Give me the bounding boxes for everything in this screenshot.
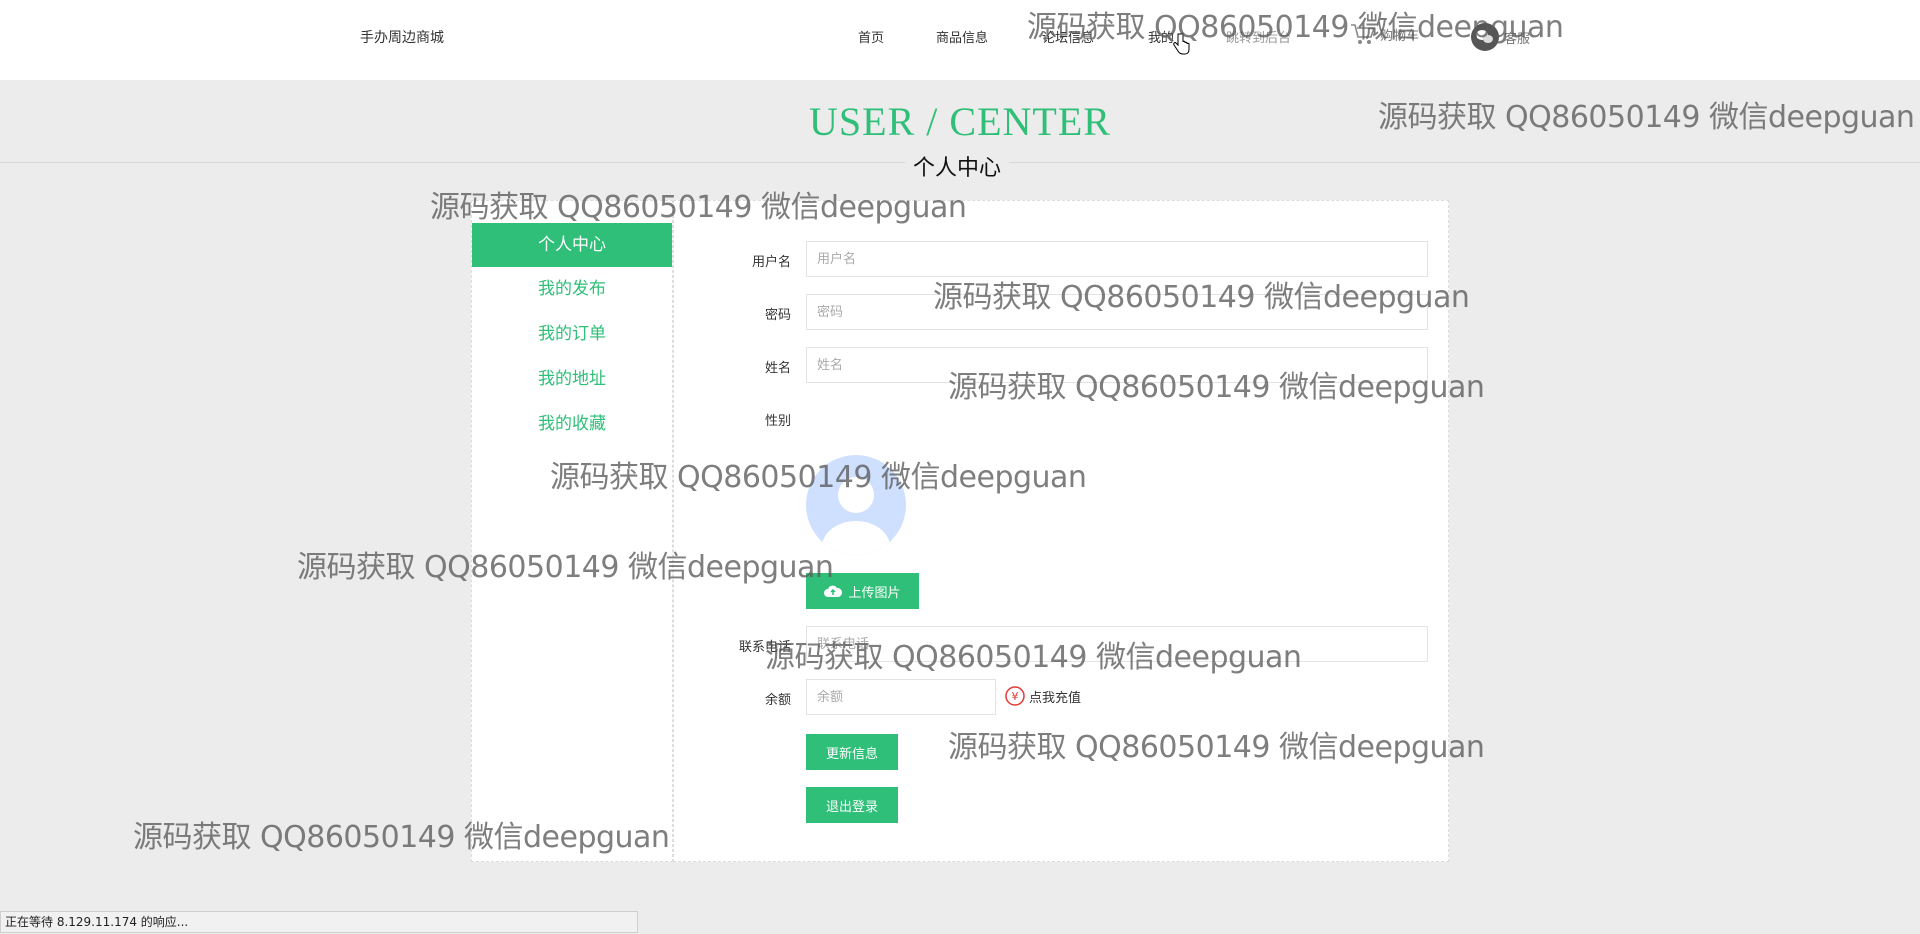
nav-item-admin[interactable]: 跳转到后台 bbox=[1226, 27, 1291, 46]
sidebar-item-my-posts[interactable]: 我的发布 bbox=[472, 267, 672, 311]
sidebar-item-user-center[interactable]: 个人中心 bbox=[472, 223, 672, 267]
nav-cart-label: 购物车 bbox=[1380, 28, 1420, 44]
balance-label: 余额 bbox=[764, 693, 791, 708]
username-label: 用户名 bbox=[751, 255, 791, 270]
recharge-label: 点我充值 bbox=[1029, 690, 1082, 706]
nav-item-home[interactable]: 首页 bbox=[858, 27, 884, 46]
hand-cursor-icon bbox=[1173, 32, 1190, 55]
phone-label: 联系电话 bbox=[738, 640, 791, 655]
yuan-icon: ¥ bbox=[1005, 686, 1025, 706]
sidebar-item-my-favorites[interactable]: 我的收藏 bbox=[472, 402, 672, 446]
update-info-button[interactable]: 更新信息 bbox=[806, 734, 898, 770]
nav-cart[interactable]: 购物车 bbox=[1350, 22, 1419, 46]
cart-icon bbox=[1351, 24, 1376, 44]
nav-service[interactable]: 客服 bbox=[1470, 22, 1530, 52]
gender-label: 性别 bbox=[764, 414, 791, 429]
name-input[interactable] bbox=[806, 347, 1428, 383]
nav-item-forum[interactable]: 论坛信息 bbox=[1042, 27, 1094, 46]
sidebar-item-my-orders[interactable]: 我的订单 bbox=[472, 312, 672, 356]
upload-image-label: 上传图片 bbox=[848, 585, 901, 601]
nav-item-mine[interactable]: 我的 bbox=[1148, 27, 1174, 46]
username-input[interactable] bbox=[806, 241, 1428, 277]
nav-item-products[interactable]: 商品信息 bbox=[936, 27, 988, 46]
page-title: USER / CENTER bbox=[809, 99, 1111, 144]
svg-text:¥: ¥ bbox=[1012, 690, 1019, 703]
cloud-upload-icon bbox=[824, 585, 843, 597]
sidebar-item-my-address[interactable]: 我的地址 bbox=[472, 357, 672, 401]
upload-image-button[interactable]: 上传图片 bbox=[806, 573, 919, 609]
balance-input[interactable] bbox=[806, 679, 996, 715]
nav-service-label: 客服 bbox=[1504, 31, 1531, 47]
page-subtitle: 个人中心 bbox=[905, 150, 1010, 182]
user-sidebar: 个人中心 我的发布 我的订单 我的地址 我的收藏 bbox=[471, 200, 673, 862]
site-brand[interactable]: 手办周边商城 bbox=[360, 27, 444, 47]
avatar[interactable] bbox=[806, 455, 906, 555]
recharge-link[interactable]: ¥ 点我充值 bbox=[1005, 686, 1081, 706]
password-label: 密码 bbox=[764, 308, 791, 323]
logout-button[interactable]: 退出登录 bbox=[806, 787, 898, 823]
password-input[interactable] bbox=[806, 294, 1428, 330]
name-label: 姓名 bbox=[764, 361, 791, 376]
phone-input[interactable] bbox=[806, 626, 1428, 662]
browser-status-bar: 正在等待 8.129.11.174 的响应... bbox=[0, 911, 638, 933]
wechat-service-icon bbox=[1471, 23, 1499, 51]
top-navbar: 手办周边商城 首页 商品信息 论坛信息 我的 跳转到后台 购物车 客服 bbox=[0, 0, 1920, 80]
